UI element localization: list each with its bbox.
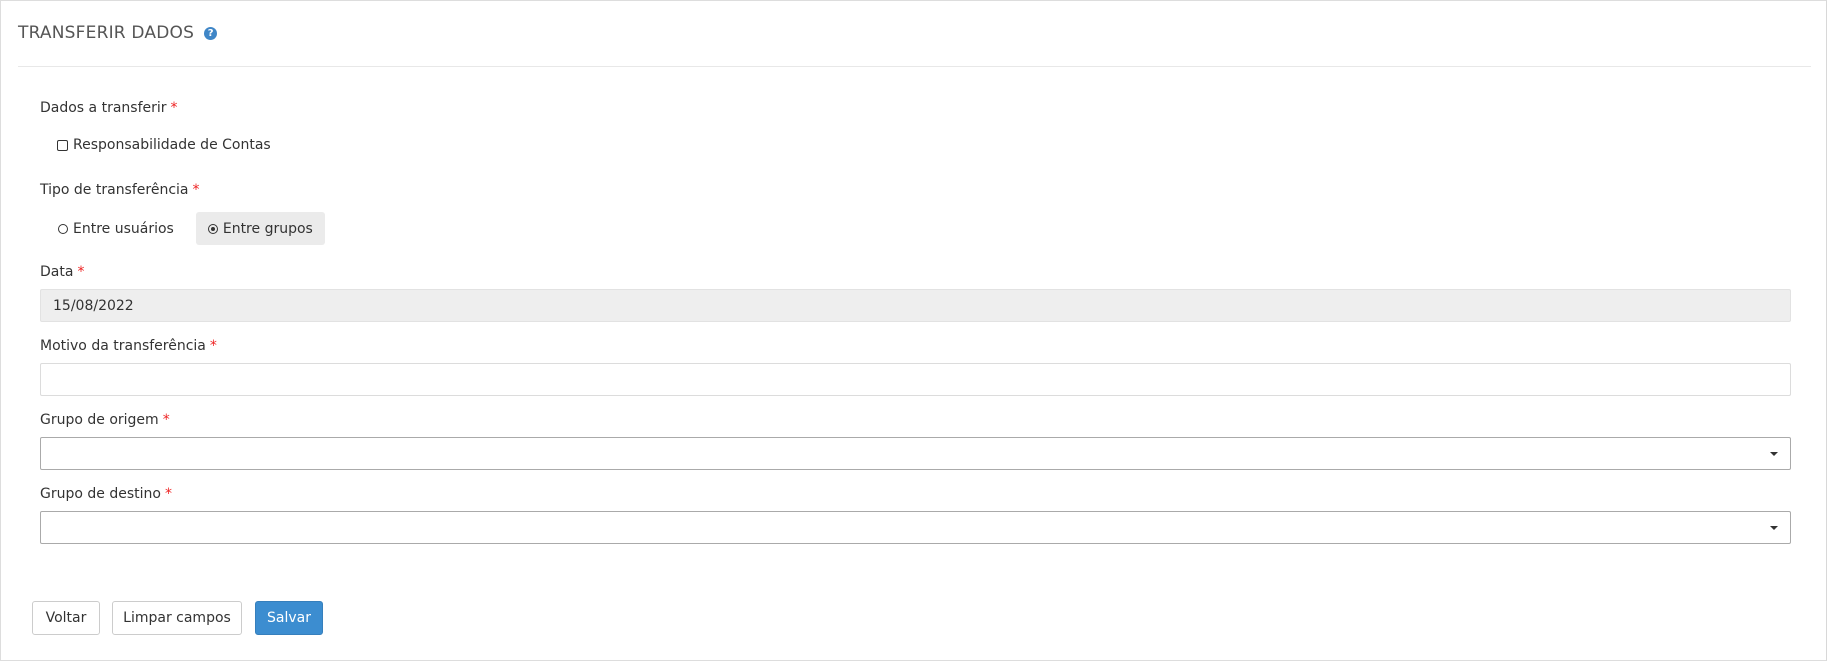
radio-label: Entre usuários xyxy=(73,220,174,237)
dados-label: Dados a transferir * xyxy=(40,100,178,116)
radio-checked-icon[interactable] xyxy=(207,223,218,234)
motivo-label-text: Motivo da transferência xyxy=(40,338,206,354)
destino-label-text: Grupo de destino xyxy=(40,486,161,502)
radio-label: Entre grupos xyxy=(222,220,313,237)
motivo-field[interactable] xyxy=(40,363,1791,396)
checkbox-icon[interactable] xyxy=(57,139,68,151)
caret-down-icon[interactable] xyxy=(1770,452,1778,456)
required-mark: * xyxy=(164,486,172,502)
required-mark: * xyxy=(192,182,200,198)
tipo-label: Tipo de transferência * xyxy=(40,182,200,198)
tipo-label-text: Tipo de transferência xyxy=(40,182,189,198)
panel-header: TRANSFERIR DADOS ? xyxy=(18,23,218,43)
salvar-button[interactable]: Salvar xyxy=(255,601,323,635)
origem-label-text: Grupo de origem xyxy=(40,412,159,428)
required-mark: * xyxy=(170,100,178,116)
responsabilidade-checkbox[interactable]: Responsabilidade de Contas xyxy=(57,137,271,153)
caret-down-icon[interactable] xyxy=(1770,526,1778,530)
transfer-panel: TRANSFERIR DADOS ? Dados a transferir * R… xyxy=(0,0,1827,661)
required-mark: * xyxy=(77,264,85,280)
data-field[interactable]: 15/08/2022 xyxy=(40,289,1791,322)
origem-label: Grupo de origem * xyxy=(40,412,170,428)
radio-unchecked-icon[interactable] xyxy=(58,223,68,234)
data-value: 15/08/2022 xyxy=(53,297,134,314)
origem-select[interactable] xyxy=(40,437,1791,470)
motivo-label: Motivo da transferência * xyxy=(40,338,217,354)
voltar-button[interactable]: Voltar xyxy=(32,601,100,635)
data-label-text: Data xyxy=(40,264,74,280)
data-label: Data * xyxy=(40,264,84,280)
destino-select[interactable] xyxy=(40,511,1791,544)
header-divider xyxy=(18,66,1811,67)
checkbox-label: Responsabilidade de Contas xyxy=(73,137,271,153)
help-icon[interactable]: ? xyxy=(204,27,218,40)
required-mark: * xyxy=(209,338,217,354)
radio-entre-grupos[interactable]: Entre grupos xyxy=(195,212,325,245)
limpar-campos-button[interactable]: Limpar campos xyxy=(112,601,242,635)
dados-label-text: Dados a transferir xyxy=(40,100,167,116)
required-mark: * xyxy=(162,412,170,428)
radio-entre-usuarios[interactable]: Entre usuários xyxy=(46,212,186,245)
tipo-radio-group: Entre usuários Entre grupos xyxy=(46,212,325,245)
destino-label: Grupo de destino * xyxy=(40,486,172,502)
page-title: TRANSFERIR DADOS xyxy=(18,23,195,43)
